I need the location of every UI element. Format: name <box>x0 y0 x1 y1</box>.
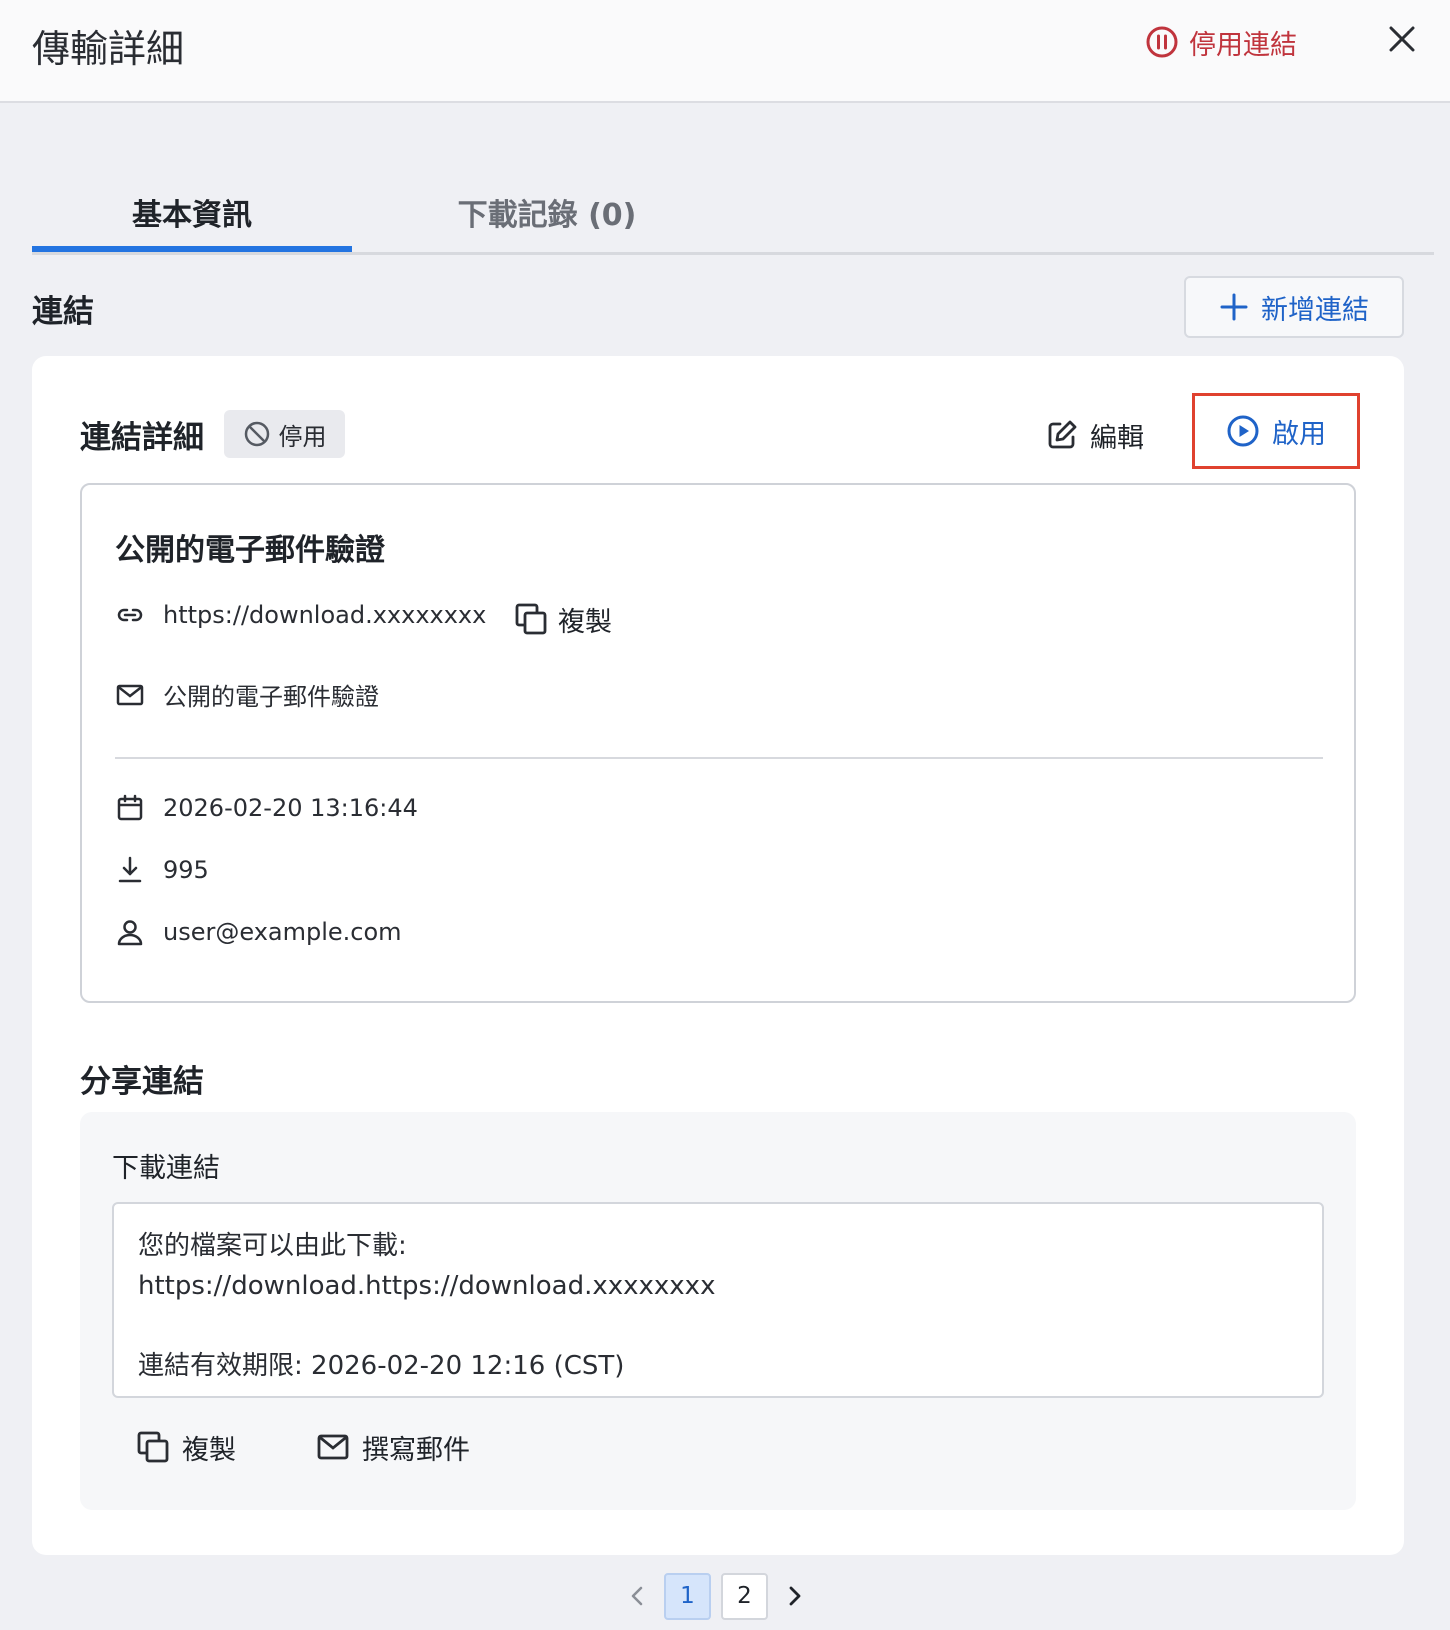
chevron-left-icon <box>631 1586 643 1606</box>
dialog-title: 傳輸詳細 <box>32 27 185 71</box>
tab-basic-info[interactable]: 基本資訊 <box>32 190 352 252</box>
edit-icon <box>1048 420 1077 449</box>
verification-row: 公開的電子郵件驗證 <box>115 677 379 712</box>
link-detail-box: 公開的電子郵件驗證 https://download.xxxxxxxx 複製 公… <box>80 483 1356 1003</box>
status-badge-label: 停用 <box>278 422 327 451</box>
page-button-2[interactable]: 2 <box>721 1572 768 1620</box>
download-count: 995 <box>163 856 209 884</box>
link-icon <box>115 600 145 630</box>
link-url-row: https://download.xxxxxxxx <box>115 600 486 630</box>
next-page-button[interactable] <box>778 1579 812 1613</box>
created-at-row: 2026-02-20 13:16:44 <box>115 793 418 823</box>
share-message[interactable]: 您的檔案可以由此下載: https://download.https://down… <box>112 1202 1324 1398</box>
link-url[interactable]: https://download.xxxxxxxx <box>163 601 486 629</box>
link-detail-title: 連結詳細 <box>80 420 204 456</box>
share-box: 下載連結 您的檔案可以由此下載: https://download.https:/… <box>80 1112 1356 1510</box>
link-card: 連結詳細 停用 編輯 啟用 公開的電子郵件驗證 https://download… <box>32 356 1404 1555</box>
owner-row: user@example.com <box>115 917 402 947</box>
ban-icon <box>244 421 269 447</box>
page-button-1[interactable]: 1 <box>664 1572 711 1620</box>
share-message-line: https://download.https://download.xxxxxx… <box>138 1271 716 1301</box>
verification-method: 公開的電子郵件驗證 <box>163 683 379 711</box>
share-message-line: 您的檔案可以由此下載: <box>138 1231 407 1261</box>
download-count-row: 995 <box>115 855 209 885</box>
disable-link-button[interactable]: 停用連結 <box>1145 20 1297 64</box>
add-link-button[interactable]: 新增連結 <box>1184 276 1404 338</box>
enable-button[interactable]: 啟用 <box>1192 393 1360 469</box>
mail-icon <box>115 680 145 710</box>
dialog-header: 傳輸詳細 停用連結 <box>0 0 1450 103</box>
mail-icon <box>317 1434 349 1460</box>
plus-icon <box>1220 293 1248 321</box>
play-circle-icon <box>1227 415 1259 447</box>
compose-mail-label: 撰寫郵件 <box>362 1434 470 1466</box>
status-badge: 停用 <box>224 410 345 458</box>
created-at: 2026-02-20 13:16:44 <box>163 794 418 822</box>
links-section-title: 連結 <box>32 294 94 330</box>
tab-bar: 基本資訊 下載記錄 (0) <box>32 170 1434 255</box>
copy-url-button[interactable]: 複製 <box>514 597 612 641</box>
download-link-label: 下載連結 <box>112 1153 220 1184</box>
pagination: 1 2 <box>620 1572 812 1620</box>
tab-download-log[interactable]: 下載記錄 (0) <box>387 190 707 252</box>
copy-share-button[interactable]: 複製 <box>136 1422 236 1472</box>
close-icon <box>1389 26 1415 52</box>
chevron-right-icon <box>789 1586 801 1606</box>
copy-url-label: 複製 <box>558 606 612 638</box>
user-icon <box>115 917 145 947</box>
compose-mail-button[interactable]: 撰寫郵件 <box>316 1422 470 1472</box>
pause-circle-icon <box>1146 26 1178 58</box>
owner-email: user@example.com <box>163 918 402 946</box>
calendar-icon <box>115 793 145 823</box>
add-link-label: 新增連結 <box>1261 294 1369 326</box>
close-button[interactable] <box>1385 22 1419 56</box>
copy-icon <box>137 1431 169 1463</box>
link-name: 公開的電子郵件驗證 <box>115 533 385 568</box>
enable-label: 啟用 <box>1272 418 1326 450</box>
disable-link-label: 停用連結 <box>1189 29 1297 61</box>
detail-divider <box>115 757 1323 759</box>
download-icon <box>115 855 145 885</box>
share-message-line: 連結有效期限: 2026-02-20 12:16 (CST) <box>138 1351 625 1381</box>
copy-share-label: 複製 <box>182 1434 236 1466</box>
edit-label: 編輯 <box>1090 422 1144 454</box>
share-section-title: 分享連結 <box>80 1064 204 1100</box>
copy-icon <box>515 603 547 635</box>
edit-button[interactable]: 編輯 <box>1046 414 1144 456</box>
prev-page-button[interactable] <box>620 1579 654 1613</box>
